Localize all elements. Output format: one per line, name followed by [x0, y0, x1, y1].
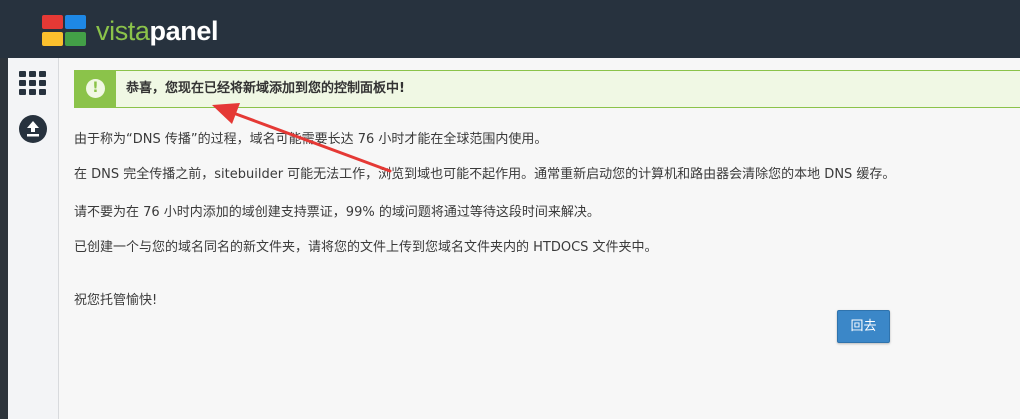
info-paragraph-1: 由于称为“DNS 传播”的过程，域名可能需要长达 76 小时才能在全球范围内使用…	[74, 132, 548, 147]
exclamation-icon: !	[86, 79, 105, 98]
upload-icon[interactable]	[18, 114, 48, 144]
left-edge	[0, 58, 8, 419]
back-button[interactable]: 回去	[837, 310, 890, 343]
alert-message: 恭喜，您现在已经将新域添加到您的控制面板中!	[126, 81, 405, 96]
logo-text: vistapanel	[96, 16, 218, 46]
info-paragraph-3: 请不要为在 76 小时内添加的域创建支持票证，99% 的域问题将通过等待这段时间…	[74, 205, 600, 220]
main-content: ! 恭喜，您现在已经将新域添加到您的控制面板中! 由于称为“DNS 传播”的过程…	[59, 58, 1020, 419]
alert-icon-box: !	[75, 71, 116, 107]
info-paragraph-2: 在 DNS 完全传播之前，sitebuilder 可能无法工作，浏览到域也可能不…	[74, 167, 896, 182]
success-alert: ! 恭喜，您现在已经将新域添加到您的控制面板中!	[74, 70, 1020, 108]
sidebar	[8, 58, 59, 419]
vistapanel-logo[interactable]: vistapanel	[42, 15, 222, 49]
info-paragraph-4: 已创建一个与您的域名同名的新文件夹，请将您的文件上传到您域名文件夹内的 HTDO…	[74, 240, 658, 255]
closing-text: 祝您托管愉快!	[74, 293, 158, 308]
logo-text-bold: panel	[149, 16, 219, 46]
logo-squares-icon	[42, 15, 88, 47]
grid-icon[interactable]	[18, 68, 48, 98]
top-header: vistapanel	[0, 0, 1020, 58]
logo-text-light: vista	[96, 16, 150, 46]
